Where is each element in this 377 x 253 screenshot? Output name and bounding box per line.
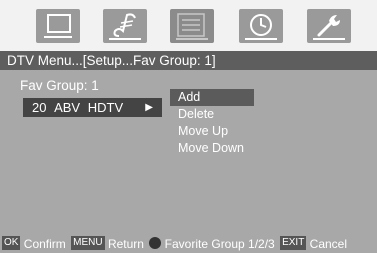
exit-key: EXIT	[280, 235, 307, 250]
ok-key: OK	[2, 235, 21, 250]
music-note-icon	[109, 13, 141, 40]
tab-time[interactable]	[239, 9, 283, 43]
fav-group-number: 1	[91, 78, 99, 93]
menu-item-add[interactable]: Add	[170, 89, 254, 106]
menu-item-delete[interactable]: Delete	[170, 106, 254, 123]
channel-number: 20	[32, 100, 47, 115]
menu-tab-bar	[0, 0, 377, 51]
context-menu: Add Delete Move Up Move Down	[170, 89, 254, 157]
help-bar: OK Confirm MENU Return Favorite Group 1/…	[0, 233, 377, 253]
tab-sound[interactable]	[103, 9, 147, 43]
menu-item-move-down[interactable]: Move Down	[170, 140, 254, 157]
breadcrumb: DTV Menu...[Setup...Fav Group: 1]	[0, 51, 377, 70]
tab-option[interactable]	[307, 9, 351, 43]
channel-type: HDTV	[87, 100, 124, 115]
fav-group-panel: Fav Group: 1 20 ABV HDTV ▶ Add Delete Mo…	[0, 70, 377, 233]
exit-hint: Cancel	[309, 236, 348, 251]
menu-key: MENU	[71, 235, 105, 250]
menu-hint: Return	[107, 236, 144, 251]
wrench-icon	[313, 15, 345, 40]
submenu-arrow-icon: ▶	[145, 102, 153, 113]
color-dot-icon	[149, 236, 162, 249]
fav-group-title: Fav Group: 1	[20, 78, 99, 93]
ok-hint: Confirm	[23, 236, 66, 251]
monitor-icon	[44, 14, 72, 38]
channel-list-item[interactable]: 20 ABV HDTV ▶	[23, 98, 162, 117]
settings-sliders-icon	[176, 13, 208, 40]
fav-group-label: Fav Group:	[20, 78, 88, 93]
channel-name: ABV	[54, 100, 81, 115]
clock-icon	[245, 14, 277, 40]
fav-group-hint: Favorite Group 1/2/3	[164, 236, 275, 251]
tab-picture[interactable]	[36, 9, 80, 43]
tab-setup[interactable]	[170, 9, 214, 43]
menu-item-move-up[interactable]: Move Up	[170, 123, 254, 140]
